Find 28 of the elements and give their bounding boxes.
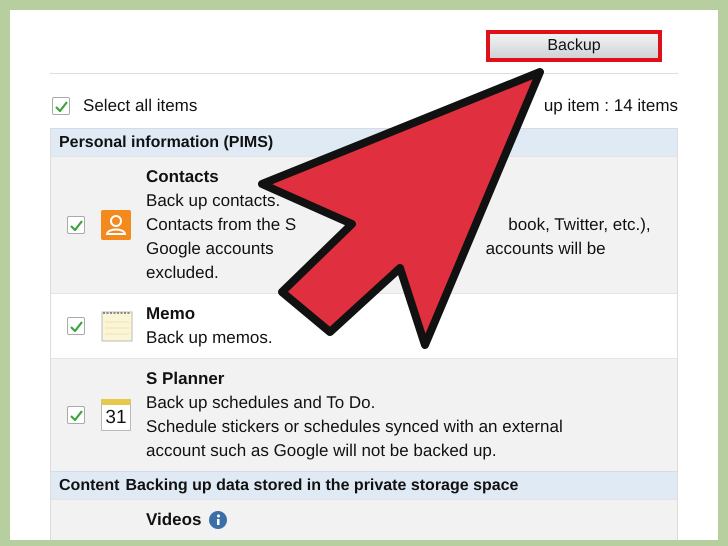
item-title: Videos <box>146 509 202 531</box>
checkbox[interactable] <box>67 317 85 335</box>
section-title: Content <box>59 476 120 496</box>
select-all-label: Select all items <box>83 95 198 118</box>
description-text: Contacts from the S <box>146 214 296 236</box>
description-text: Back up memos. <box>146 327 273 349</box>
checkbox[interactable] <box>52 97 70 115</box>
checkbox[interactable] <box>67 406 85 424</box>
description-text: accounts will be <box>486 238 606 260</box>
item-count: up item : 14 items <box>544 95 678 118</box>
backup-button[interactable]: Backup <box>486 30 662 62</box>
description-text: book, Twitter, etc.), <box>508 214 651 236</box>
description-text: Back up schedules and To Do. <box>146 392 376 414</box>
person-icon <box>101 210 131 240</box>
description-text: Back up contacts. <box>146 190 280 212</box>
item-title: Contacts <box>146 166 219 188</box>
calendar-icon: 31 <box>101 399 131 431</box>
section-subtitle: Backing up data stored in the private storage space <box>125 476 518 496</box>
checkbox[interactable] <box>67 216 85 234</box>
notepad-icon <box>101 310 133 342</box>
item-title: Memo <box>146 303 196 325</box>
description-text: excluded. <box>146 262 219 284</box>
description-text: Google accounts <box>146 238 274 260</box>
description-text: Schedule stickers or schedules synced with an external <box>146 416 563 438</box>
description-text: account such as Google will not be backed up. <box>146 440 497 462</box>
section-title: Personal information (PIMS) <box>59 132 274 152</box>
info-icon[interactable] <box>209 511 228 529</box>
item-title: S Planner <box>146 368 224 390</box>
